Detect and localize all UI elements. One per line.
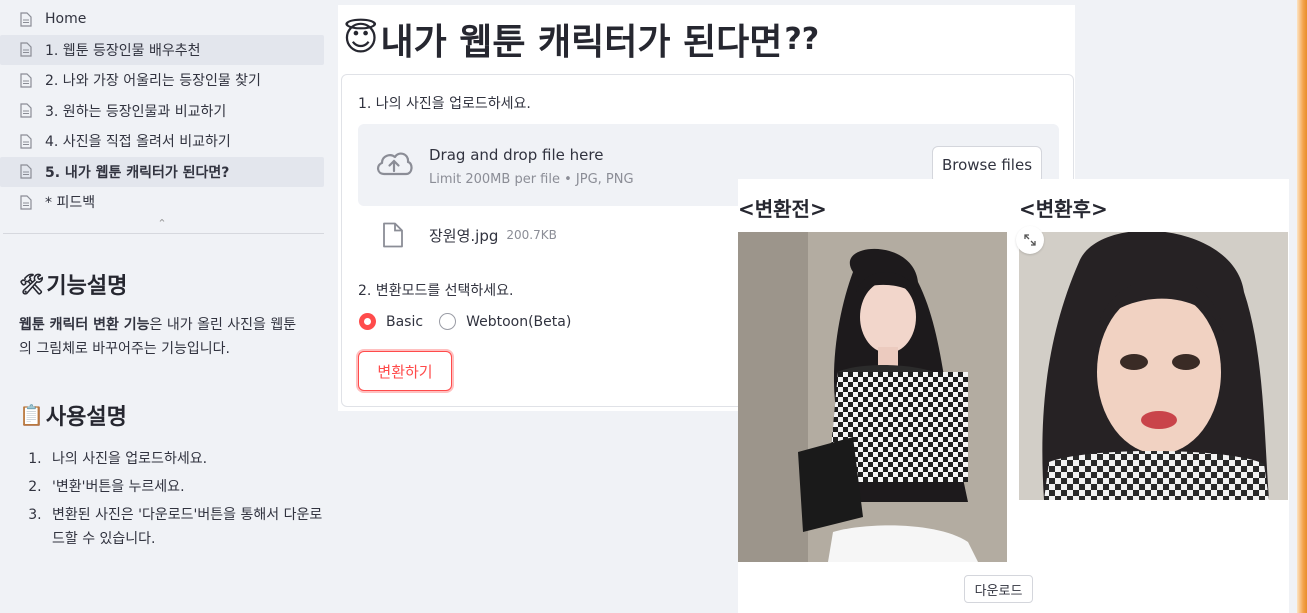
document-icon — [20, 42, 32, 57]
sidebar-item-upload-compare[interactable]: 4. 사진을 직접 올려서 비교하기 — [0, 126, 324, 157]
document-icon — [20, 164, 32, 179]
usage-heading-text: 사용설명 — [45, 404, 127, 430]
usage-steps: 나의 사진을 업로드하세요. '변환'버튼을 누르세요. 변환된 사진은 '다운… — [19, 445, 330, 551]
after-photo — [1019, 232, 1288, 500]
page-title: 😇 내가 웹툰 캐릭터가 된다면 ?? — [343, 13, 819, 65]
dropzone-secondary-text: Limit 200MB per file • JPG, PNG — [429, 172, 634, 187]
document-icon — [20, 195, 32, 210]
document-icon — [20, 73, 32, 88]
sidebar-item-label: * 피드백 — [45, 195, 96, 212]
before-photo — [738, 232, 1007, 562]
dropzone-primary-text: Drag and drop file here — [429, 146, 604, 164]
usage-step-text: 변환된 사진은 '다운로드'버튼을 통해서 다운로드할 수 있습니다. — [52, 506, 323, 547]
convert-button[interactable]: 변환하기 — [358, 351, 452, 391]
file-name: 장원영.jpg — [429, 226, 499, 245]
feature-heading: 🛠 기능설명 — [19, 268, 330, 300]
usage-step: 변환된 사진은 '다운로드'버튼을 통해서 다운로드할 수 있습니다. — [46, 501, 330, 551]
tools-icon: 🛠 — [19, 271, 45, 296]
sidebar-item-find-character[interactable]: 2. 나와 가장 어울리는 등장인물 찾기 — [0, 65, 324, 96]
feature-description: 웹툰 캐릭터 변환 기능은 내가 올린 사진을 웹툰의 그림체로 바꾸어주는 기… — [19, 313, 309, 361]
document-icon — [20, 134, 32, 149]
window-edge — [1297, 0, 1307, 613]
file-icon — [383, 222, 403, 248]
sidebar: Home 1. 웹툰 등장인물 배우추천 2. 나와 가장 어울리는 등장인물 … — [0, 0, 330, 613]
sidebar-item-label: 5. 내가 웹툰 캐릭터가 된다면? — [45, 164, 230, 181]
nav-collapse-toggle[interactable]: ⌃ — [0, 217, 324, 230]
document-icon — [20, 12, 32, 27]
usage-step: 나의 사진을 업로드하세요. — [46, 445, 330, 473]
clipboard-icon: 📋 — [19, 402, 44, 427]
page-title-text: 내가 웹툰 캐릭터가 된다면 — [380, 22, 783, 63]
cloud-upload-icon — [377, 152, 413, 176]
usage-step: '변환'버튼을 누르세요. — [46, 473, 330, 501]
radio-selected-icon — [359, 313, 376, 330]
sidebar-item-feedback[interactable]: * 피드백 — [0, 187, 324, 218]
mode-label: 2. 변환모드를 선택하세요. — [358, 283, 514, 299]
before-photo-illustration — [738, 232, 1007, 562]
page-title-suffix: ?? — [784, 21, 820, 57]
upload-label: 1. 나의 사진을 업로드하세요. — [358, 96, 531, 112]
sidebar-item-actor-recommend[interactable]: 1. 웹툰 등장인물 배우추천 — [0, 34, 324, 65]
sidebar-item-compare-character[interactable]: 3. 원하는 등장인물과 비교하기 — [0, 96, 324, 127]
sidebar-item-label: Home — [45, 11, 87, 28]
sidebar-divider — [3, 232, 324, 234]
sidebar-item-label: 3. 원하는 등장인물과 비교하기 — [45, 103, 227, 120]
result-panel: <변환전> <변환후> 다운로드 — [738, 179, 1289, 613]
halo-face-icon: 😇 — [343, 19, 379, 59]
before-label: <변환전> — [738, 197, 827, 221]
sidebar-item-webtoon-character[interactable]: 5. 내가 웹툰 캐릭터가 된다면? — [0, 156, 324, 187]
download-button[interactable]: 다운로드 — [964, 575, 1033, 603]
sidebar-item-label: 4. 사진을 직접 올려서 비교하기 — [45, 134, 231, 151]
usage-heading: 📋 사용설명 — [19, 399, 330, 431]
mode-radio-group: Basic Webtoon(Beta) — [359, 313, 587, 330]
feature-section: 🛠 기능설명 웹툰 캐릭터 변환 기능은 내가 올린 사진을 웹툰의 그림체로 … — [0, 268, 330, 551]
sidebar-item-label: 2. 나와 가장 어울리는 등장인물 찾기 — [45, 73, 261, 90]
expand-icon[interactable] — [1016, 226, 1044, 254]
feature-bold-text: 웹툰 캐릭터 변환 기능 — [19, 316, 150, 333]
feature-heading-text: 기능설명 — [46, 273, 128, 299]
mode-radio-basic[interactable]: Basic — [359, 313, 423, 330]
file-size: 200.7KB — [506, 228, 557, 242]
document-icon — [20, 103, 32, 118]
radio-label: Basic — [386, 313, 424, 330]
sidebar-item-home[interactable]: Home — [0, 4, 324, 35]
radio-unselected-icon — [439, 313, 457, 330]
after-label: <변환후> — [1019, 197, 1108, 221]
mode-radio-webtoon[interactable]: Webtoon(Beta) — [439, 313, 571, 330]
sidebar-nav: Home 1. 웹툰 등장인물 배우추천 2. 나와 가장 어울리는 등장인물 … — [0, 0, 330, 230]
after-photo-illustration — [1019, 232, 1288, 500]
radio-label: Webtoon(Beta) — [466, 313, 572, 330]
uploaded-file: 장원영.jpg 200.7KB — [382, 222, 557, 248]
sidebar-item-label: 1. 웹툰 등장인물 배우추천 — [45, 42, 201, 59]
